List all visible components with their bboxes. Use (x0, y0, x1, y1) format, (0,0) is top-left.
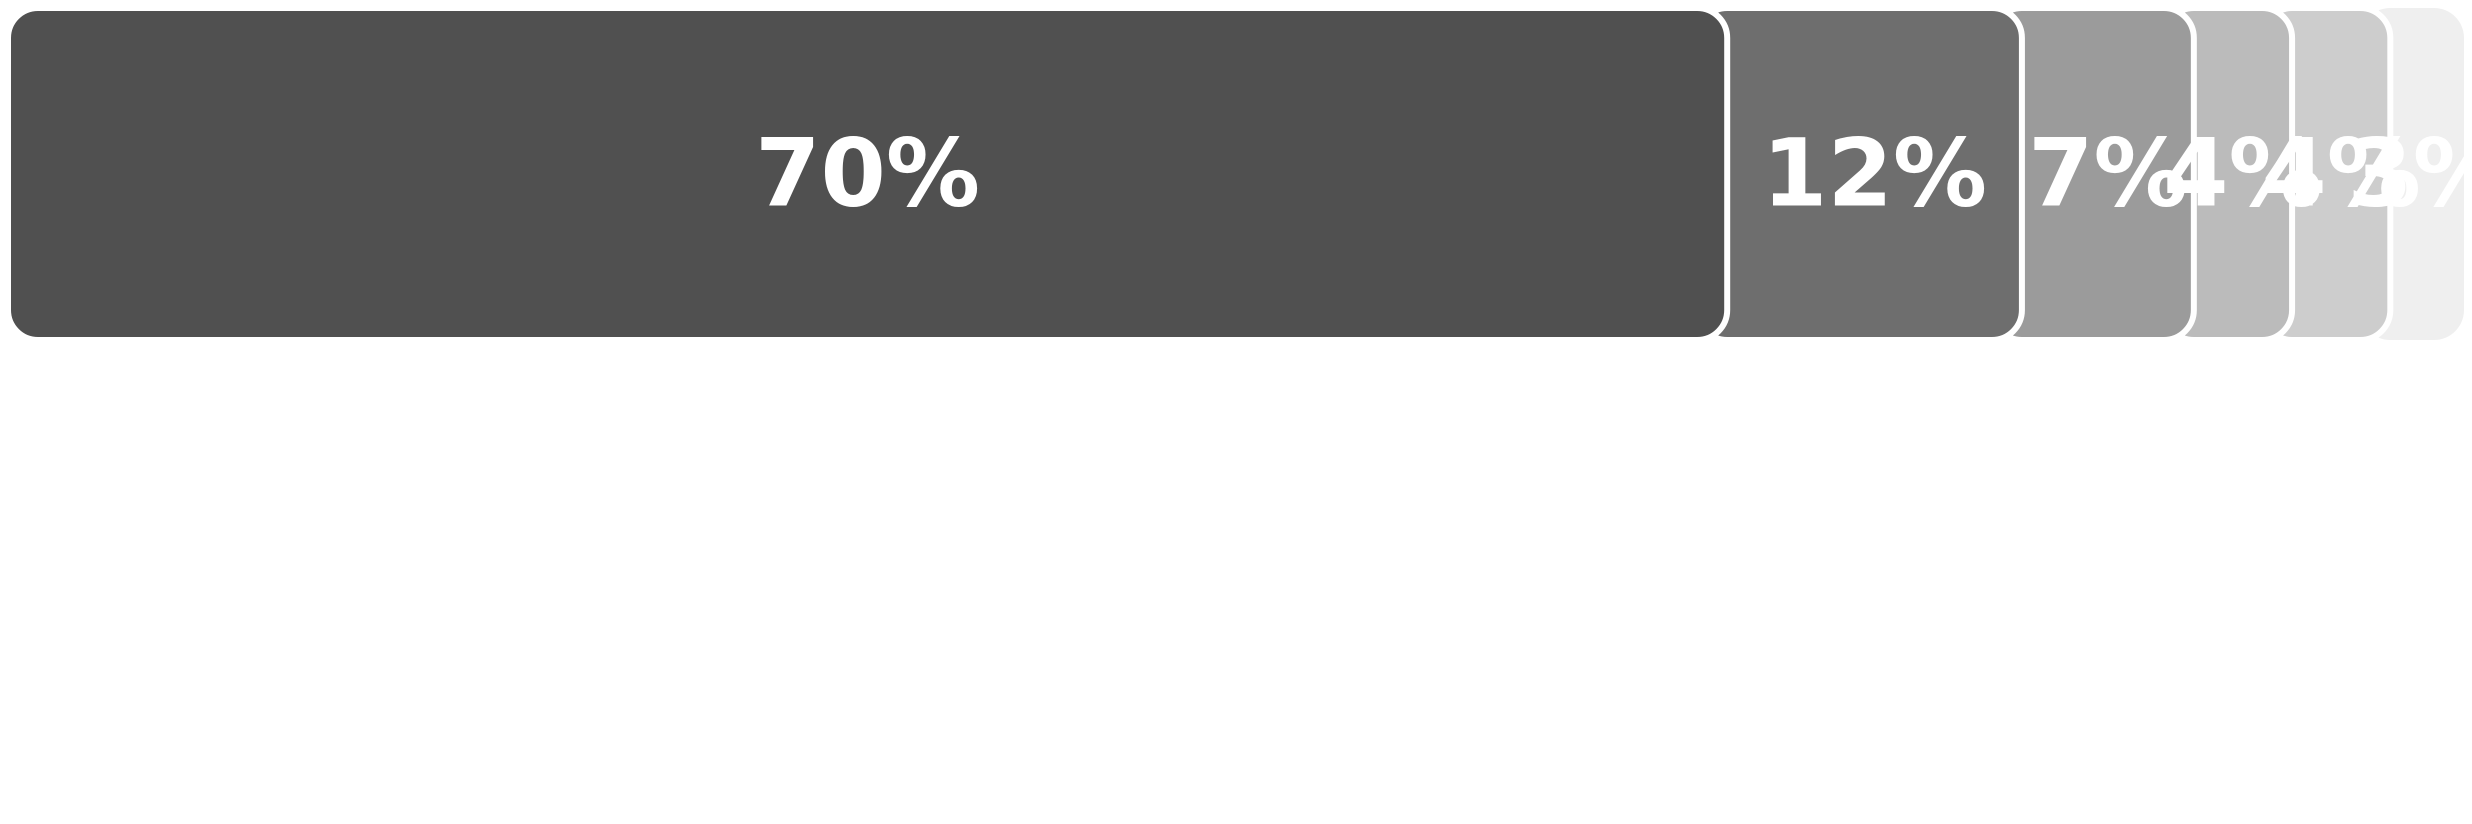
stacked-percentage-bar-chart: 70%12%7%4%4%3% (5, 5, 2472, 343)
bar-label-1: 70% (755, 120, 980, 229)
bar-label-2: 12% (1762, 120, 1987, 229)
bar-label-6: 3% (2347, 120, 2472, 229)
